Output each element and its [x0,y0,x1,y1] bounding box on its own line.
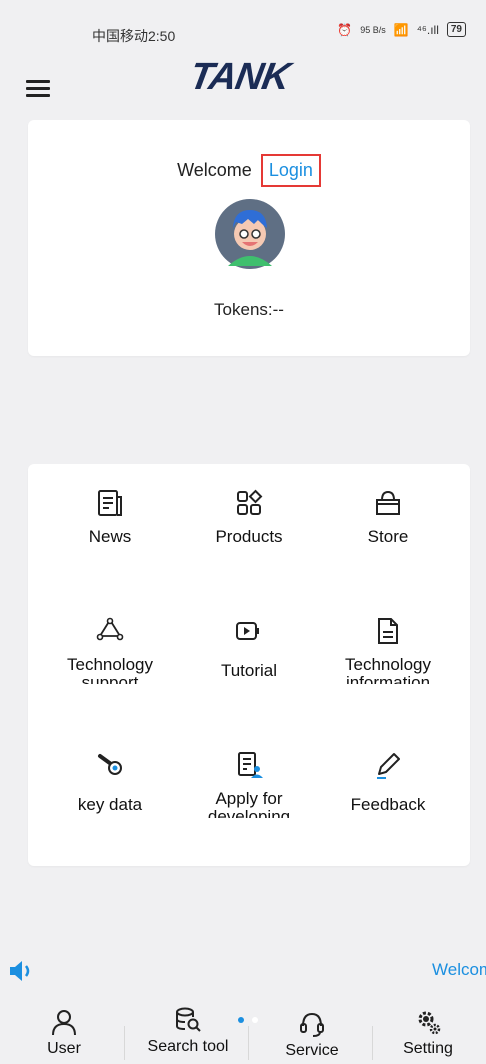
tech-support-icon [96,617,124,641]
status-icons: ⏰ 95 B/s 📶 ⁴⁶.ıll 79 [337,22,466,37]
tab-search-tool[interactable]: Search tool [138,1006,238,1064]
grid-item-key-data[interactable]: key data [40,750,180,814]
grid-label-tech-support: Technology support [66,656,153,684]
news-icon [98,490,122,516]
carrier-time: 中国移动2:50 [92,28,176,44]
grid-item-tutorial[interactable]: Tutorial [179,616,319,680]
grid-label-store: Store [367,527,409,546]
grid-item-tech-info[interactable]: Technology information [318,616,458,684]
grid-item-store[interactable]: Store [318,488,458,546]
feature-grid: News Products Store Technology support T… [28,464,470,866]
welcome-text: Welcome [177,160,252,180]
grid-item-apply-dev[interactable]: Apply for developing [179,750,319,818]
status-bar: 中国移动2:50 ⏰ 95 B/s 📶 ⁴⁶.ıll 79 [0,0,486,44]
grid-item-feedback[interactable]: Feedback [318,750,458,814]
grid-label-news: News [88,527,132,546]
tab-label-user: User [47,1040,81,1057]
grid-label-tutorial: Tutorial [220,661,278,680]
tab-setting[interactable]: Setting [378,1008,478,1058]
gear-icon [418,1011,441,1035]
store-icon [376,490,400,515]
grid-label-key-data: key data [77,795,143,814]
grid-label-feedback: Feedback [350,795,426,814]
net-speed: 95 B/s [360,24,386,35]
key-icon [98,754,122,775]
login-link[interactable]: Login [260,154,321,187]
app-logo: TANK [186,56,293,98]
tab-label-service: Service [285,1042,339,1059]
products-icon [237,489,263,515]
battery-icon: 79 [446,22,466,37]
alarm-icon: ⏰ [337,22,353,37]
notice-marquee: Welcome [0,944,486,1004]
grid-label-products: Products [215,527,283,546]
bottom-tab-bar: User Search tool Service Setting [0,1000,486,1062]
grid-label-apply-dev: Apply for developing [207,790,291,818]
user-icon [52,1010,76,1036]
speaker-icon [10,961,30,981]
tab-label-setting: Setting [403,1040,453,1057]
headset-icon [300,1012,324,1037]
menu-icon[interactable] [26,80,50,98]
tokens-text: Tokens:-- [214,300,284,319]
feedback-pen-icon [377,753,400,779]
grid-label-tech-info: Technology information [344,656,431,684]
welcome-row: Welcome Login [28,154,470,187]
tutorial-icon [236,622,259,640]
tab-separator [372,1026,373,1060]
avatar[interactable] [214,198,286,270]
wifi-icon: 📶 [393,22,409,37]
search-database-icon [176,1007,201,1032]
tech-info-icon [378,618,398,644]
apply-developer-icon [238,752,263,778]
tab-separator [248,1026,249,1060]
signal-icon: ⁴⁶.ıll [416,22,439,37]
grid-item-products[interactable]: Products [179,488,319,546]
grid-item-news[interactable]: News [40,488,180,546]
welcome-card: Welcome Login Tokens:-- [28,120,470,356]
tab-separator [124,1026,125,1060]
marquee-text: Welcome [432,960,486,979]
tab-label-search-tool: Search tool [147,1038,229,1055]
tab-user[interactable]: User [14,1008,114,1058]
grid-item-tech-support[interactable]: Technology support [40,616,180,684]
tab-service[interactable]: Service [262,1010,362,1060]
